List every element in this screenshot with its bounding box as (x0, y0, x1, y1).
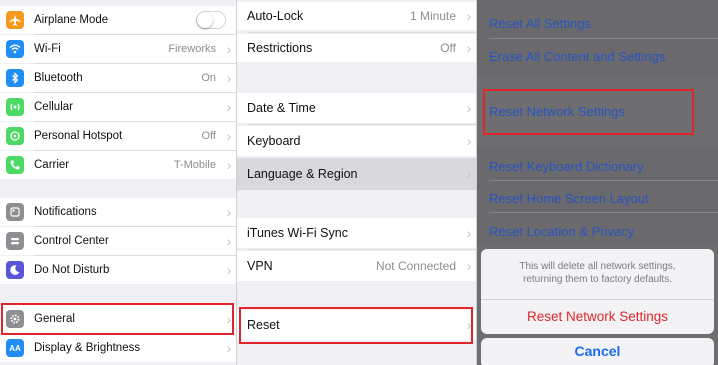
general-row-value: Off (440, 41, 456, 55)
wifi-icon (6, 40, 24, 58)
chevron-right-icon: › (226, 157, 232, 173)
settings-row-value: Off (201, 130, 216, 142)
general-row-label: Restrictions (247, 41, 313, 55)
settings-row-label: Cellular (34, 101, 73, 113)
chevron-right-icon: › (226, 41, 232, 57)
settings-row-label: Notifications (34, 206, 97, 218)
general-row-keyboard[interactable]: Keyboard › (237, 126, 476, 156)
chevron-right-icon: › (226, 99, 232, 115)
display-icon-glyph: AA (9, 343, 21, 353)
general-row-value: Not Connected (375, 259, 456, 273)
display-icon: AA (6, 339, 24, 357)
chevron-right-icon: › (466, 133, 472, 149)
settings-row-airplane-mode[interactable]: Airplane Mode (0, 6, 236, 34)
settings-row-label: Control Center (34, 235, 109, 247)
general-row-label: Language & Region (247, 167, 358, 181)
cellular-icon (6, 98, 24, 116)
chevron-right-icon: › (466, 258, 472, 274)
general-row-restrictions[interactable]: Restrictions Off › (237, 34, 476, 62)
settings-row-do-not-disturb[interactable]: Do Not Disturb › (0, 256, 236, 284)
chevron-right-icon: › (466, 166, 472, 182)
settings-row-value: On (201, 72, 216, 84)
reset-location-privacy-link[interactable]: Reset Location & Privacy (489, 224, 634, 239)
moon-icon (6, 261, 24, 279)
chevron-right-icon: › (226, 70, 232, 86)
action-sheet: This will delete all network settings, r… (481, 249, 714, 334)
general-row-value: 1 Minute (409, 9, 456, 23)
general-row-label: VPN (247, 259, 273, 273)
general-row-date-time[interactable]: Date & Time › (237, 93, 476, 123)
settings-row-value: Fireworks (168, 43, 216, 55)
cancel-button-label: Cancel (574, 343, 621, 359)
settings-panel: Airplane Mode Wi-Fi Fireworks › Bluetoot… (0, 0, 236, 365)
chevron-right-icon: › (226, 204, 232, 220)
chevron-right-icon: › (466, 8, 472, 24)
notifications-icon (6, 203, 24, 221)
settings-row-label: Bluetooth (34, 72, 83, 84)
chevron-right-icon: › (226, 128, 232, 144)
settings-row-bluetooth[interactable]: Bluetooth On › (0, 64, 236, 92)
chevron-right-icon: › (226, 262, 232, 278)
hotspot-icon (6, 127, 24, 145)
settings-row-label: Display & Brightness (34, 342, 141, 354)
cancel-button[interactable]: Cancel (481, 338, 714, 365)
general-row-language-region[interactable]: Language & Region › (237, 158, 476, 190)
general-row-auto-lock[interactable]: Auto-Lock 1 Minute › (237, 2, 476, 30)
settings-row-wifi[interactable]: Wi-Fi Fireworks › (0, 35, 236, 63)
settings-row-personal-hotspot[interactable]: Personal Hotspot Off › (0, 122, 236, 150)
phone-icon (6, 156, 24, 174)
settings-row-cellular[interactable]: Cellular › (0, 93, 236, 121)
reset-keyboard-dictionary-link[interactable]: Reset Keyboard Dictionary (489, 159, 644, 174)
general-row-label: iTunes Wi-Fi Sync (247, 226, 348, 240)
general-row-label: Keyboard (247, 134, 301, 148)
airplane-mode-toggle[interactable] (196, 11, 226, 29)
general-row-label: Date & Time (247, 101, 316, 115)
reset-highlight-box (239, 307, 473, 344)
settings-row-control-center[interactable]: Control Center › (0, 227, 236, 255)
chevron-right-icon: › (466, 100, 472, 116)
general-row-label: Auto-Lock (247, 9, 304, 23)
settings-row-label: Carrier (34, 159, 70, 171)
general-highlight-box (1, 303, 234, 335)
reset-all-settings-link[interactable]: Reset All Settings (489, 16, 591, 31)
confirm-reset-network-button[interactable]: Reset Network Settings (481, 300, 714, 334)
settings-row-value: T-Mobile (173, 159, 216, 171)
settings-row-carrier[interactable]: Carrier T-Mobile › (0, 151, 236, 179)
general-row-itunes-wifi-sync[interactable]: iTunes Wi-Fi Sync › (237, 218, 476, 248)
settings-row-notifications[interactable]: Notifications › (0, 198, 236, 226)
erase-all-content-link[interactable]: Erase All Content and Settings (489, 49, 665, 64)
settings-row-label: Airplane Mode (34, 14, 109, 26)
bluetooth-icon (6, 69, 24, 87)
settings-row-label: Do Not Disturb (34, 264, 110, 276)
chevron-right-icon: › (466, 40, 472, 56)
settings-row-display-brightness[interactable]: AA Display & Brightness › (0, 334, 236, 362)
general-panel: Auto-Lock 1 Minute › Restrictions Off › … (237, 0, 476, 365)
general-row-vpn[interactable]: VPN Not Connected › (237, 251, 476, 281)
settings-row-label: Personal Hotspot (34, 130, 123, 142)
airplane-icon (6, 11, 24, 29)
chevron-right-icon: › (226, 340, 232, 356)
settings-row-label: Wi-Fi (34, 43, 61, 55)
chevron-right-icon: › (466, 225, 472, 241)
reset-network-highlight-box (483, 89, 694, 135)
reset-panel: Reset All Settings Erase All Content and… (477, 0, 718, 365)
action-sheet-message: This will delete all network settings, r… (519, 261, 676, 285)
chevron-right-icon: › (226, 233, 232, 249)
reset-home-screen-layout-link[interactable]: Reset Home Screen Layout (489, 191, 649, 206)
control-center-icon (6, 232, 24, 250)
